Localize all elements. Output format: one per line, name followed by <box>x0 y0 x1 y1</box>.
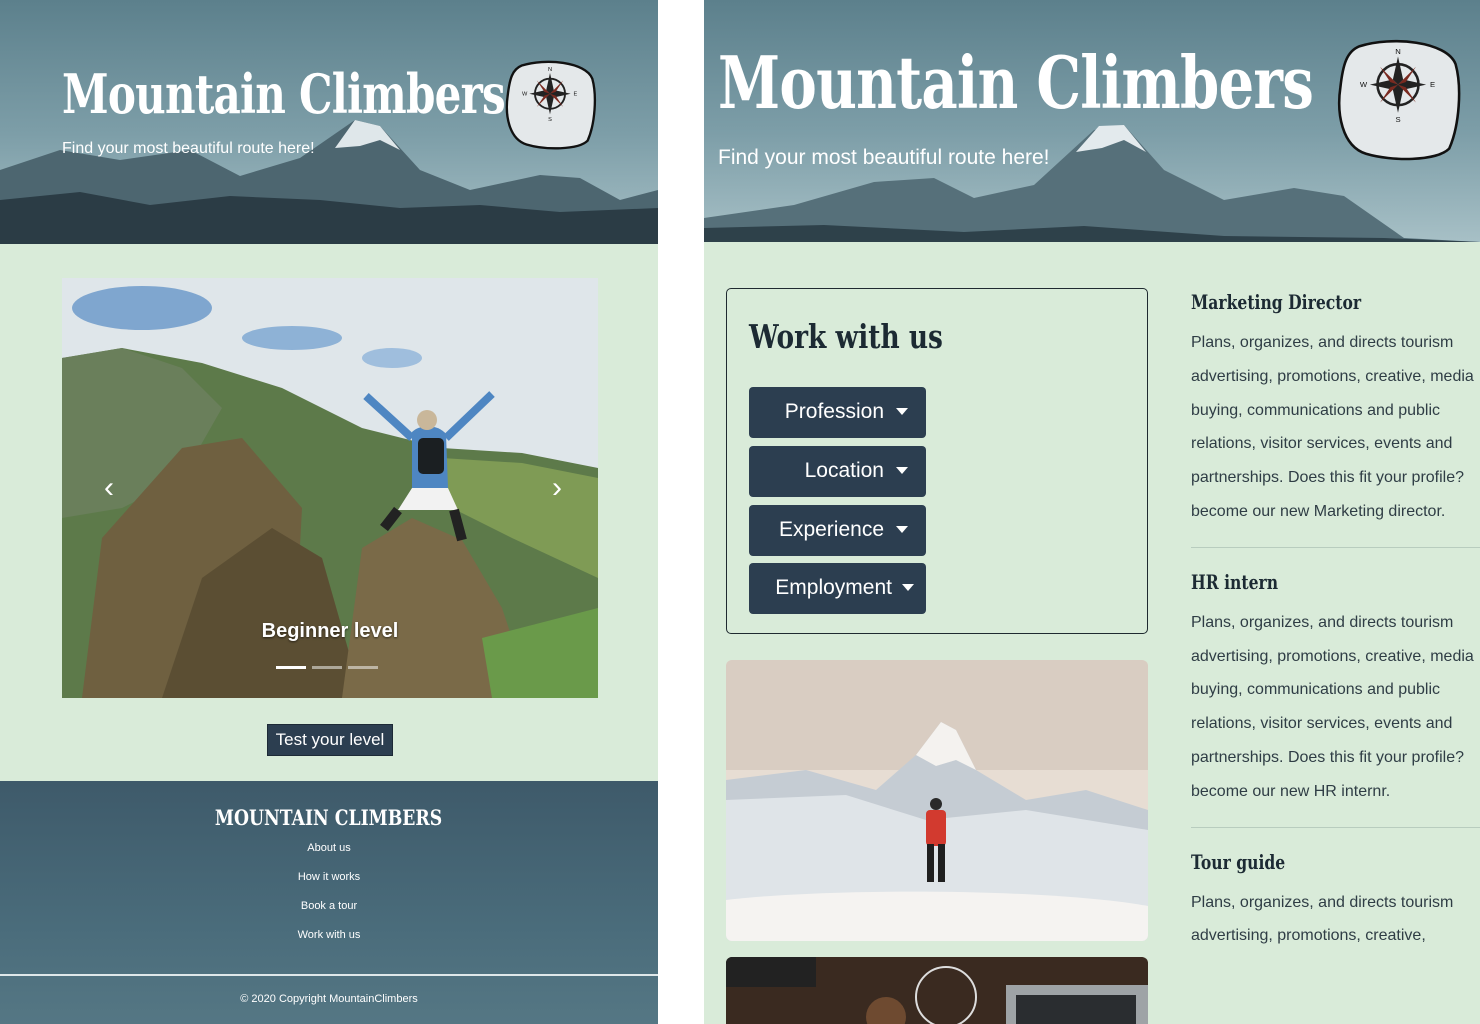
desk-items-photo <box>726 957 1148 1024</box>
footer-copyright: © 2020 Copyright MountainClimbers <box>240 993 418 1005</box>
test-level-button[interactable]: Test your level <box>267 724 393 756</box>
footer-link-about[interactable]: About us <box>0 839 658 868</box>
work-with-us-panel: Work with us Profession Location Experie… <box>726 288 1148 634</box>
levels-carousel[interactable]: ‹ › Beginner level <box>62 278 598 698</box>
compass-letter-w: W <box>1360 80 1368 89</box>
site-title: Mountain Climbers <box>718 40 1314 125</box>
dropdown-label: Location <box>804 459 884 482</box>
site-title: Mountain Climbers <box>62 62 506 126</box>
work-with-us-title: Work with us <box>749 317 943 356</box>
compass-letter-e: E <box>1430 80 1435 89</box>
caret-down-icon <box>896 467 908 474</box>
dropdown-label: Profession <box>784 400 884 423</box>
footer-title: MOUNTAIN CLIMBERS <box>0 805 658 830</box>
hero-header: Mountain Climbers Find your most beautif… <box>704 0 1480 242</box>
location-dropdown[interactable]: Location <box>749 446 926 497</box>
caret-down-icon <box>902 584 914 591</box>
carousel-prev-icon[interactable]: ‹ <box>94 470 124 506</box>
carousel-indicator[interactable] <box>348 666 378 669</box>
compass-letter-n: N <box>548 67 552 73</box>
job-listings: Marketing Director Plans, organizes, and… <box>1191 290 1480 953</box>
footer-link-work-with-us[interactable]: Work with us <box>0 926 658 955</box>
carousel-indicators <box>276 666 378 669</box>
job-title[interactable]: Tour guide <box>1191 850 1416 880</box>
compass-icon: N E S W <box>505 60 597 150</box>
carousel-indicator[interactable] <box>312 666 342 669</box>
hero-header: Mountain Climbers Find your most beautif… <box>0 0 658 244</box>
compass-icon: N E S W <box>1337 40 1461 161</box>
carousel-caption: Beginner level <box>261 620 399 642</box>
site-tagline: Find your most beautiful route here! <box>62 140 315 157</box>
job-listing: Marketing Director Plans, organizes, and… <box>1191 290 1480 529</box>
desk-image <box>726 957 1148 1024</box>
job-title[interactable]: Marketing Director <box>1191 290 1416 320</box>
site-footer: MOUNTAIN CLIMBERS About us How it works … <box>0 781 658 1024</box>
compass-letter-n: N <box>1395 47 1401 56</box>
employment-dropdown[interactable]: Employment <box>749 563 926 614</box>
footer-links: About us How it works Book a tour Work w… <box>0 839 658 955</box>
footer-link-book-tour[interactable]: Book a tour <box>0 897 658 926</box>
compass-letter-s: S <box>548 117 552 123</box>
compass-logo[interactable]: N E S W <box>1334 36 1462 164</box>
job-description: Plans, organizes, and directs tourism ad… <box>1191 613 1474 800</box>
site-tagline: Find your most beautiful route here! <box>718 146 1050 169</box>
job-listing: HR intern Plans, organizes, and directs … <box>1191 570 1480 809</box>
compass-letter-s: S <box>1395 115 1400 124</box>
caret-down-icon <box>896 526 908 533</box>
job-divider <box>1191 826 1480 828</box>
job-title[interactable]: HR intern <box>1191 570 1416 600</box>
compass-letter-w: W <box>522 92 528 98</box>
job-description: Plans, organizes, and directs tourism ad… <box>1191 334 1474 520</box>
page-mobile: Mountain Climbers Find your most beautif… <box>0 0 658 1024</box>
carousel-next-icon[interactable]: › <box>542 470 572 506</box>
matterhorn-hiker-photo <box>726 660 1148 941</box>
footer-link-how-it-works[interactable]: How it works <box>0 868 658 897</box>
carousel-indicator[interactable] <box>276 666 306 669</box>
compass-letter-e: E <box>573 92 577 98</box>
footer-title-text: MOUNTAIN CLIMBERS <box>215 805 443 830</box>
page-work-with-us: Mountain Climbers Find your most beautif… <box>704 0 1480 1024</box>
matterhorn-image <box>726 660 1148 941</box>
job-description: Plans, organizes, and directs tourism ad… <box>1191 893 1454 945</box>
footer-divider <box>0 974 658 976</box>
compass-logo[interactable]: N E S W <box>502 58 598 152</box>
caret-down-icon <box>896 408 908 415</box>
dropdown-label: Experience <box>778 518 884 541</box>
dropdown-label: Employment <box>775 576 892 599</box>
job-divider <box>1191 546 1480 548</box>
experience-dropdown[interactable]: Experience <box>749 505 926 556</box>
profession-dropdown[interactable]: Profession <box>749 387 926 438</box>
job-listing: Tour guide Plans, organizes, and directs… <box>1191 850 1480 954</box>
